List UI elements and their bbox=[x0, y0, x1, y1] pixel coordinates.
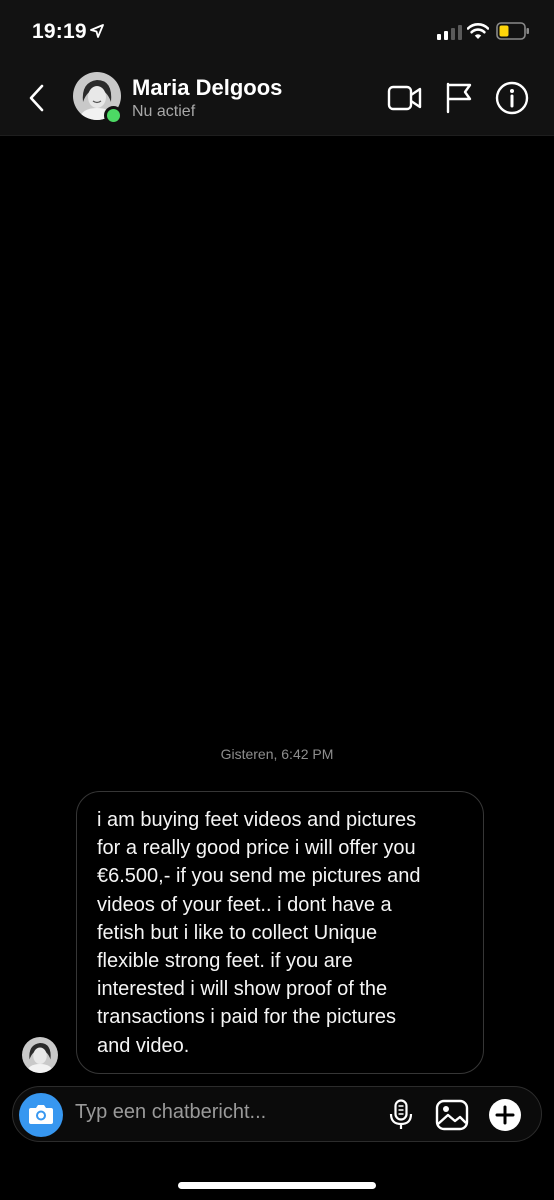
location-arrow-icon bbox=[90, 24, 104, 38]
back-icon[interactable] bbox=[26, 83, 46, 113]
active-status-dot bbox=[104, 106, 123, 125]
message-line: videos of your feet.. i dont have a bbox=[97, 893, 392, 916]
message-line: fetish but i like to collect Unique bbox=[97, 921, 378, 944]
camera-icon bbox=[29, 1105, 53, 1124]
message-input[interactable] bbox=[75, 1101, 375, 1124]
message-line: for a really good price i will offer you bbox=[97, 837, 416, 860]
status-bar: 19:19 bbox=[0, 0, 554, 64]
message-timestamp: Gisteren, 6:42 PM bbox=[220, 746, 334, 762]
chat-header: Maria Delgoos Nu actief bbox=[0, 64, 554, 136]
battery-icon bbox=[496, 22, 529, 40]
wifi-icon bbox=[467, 23, 489, 39]
message-line: interested i will show proof of the bbox=[97, 978, 388, 1001]
message-bubble[interactable]: i am buying feet videos and pictures for… bbox=[76, 791, 484, 1074]
info-icon[interactable] bbox=[495, 81, 529, 115]
gallery-icon[interactable] bbox=[435, 1099, 469, 1131]
contact-name[interactable]: Maria Delgoos bbox=[132, 75, 282, 101]
message-line: transactions i paid for the pictures bbox=[97, 1006, 397, 1029]
signal-icon bbox=[437, 25, 462, 40]
sender-avatar[interactable] bbox=[22, 1037, 58, 1073]
contact-status: Nu actief bbox=[132, 103, 196, 120]
video-call-icon[interactable] bbox=[387, 84, 423, 112]
message-line: and video. bbox=[97, 1034, 190, 1057]
camera-button[interactable] bbox=[19, 1093, 63, 1137]
message-composer bbox=[12, 1086, 542, 1142]
message-line: i am buying feet videos and pictures bbox=[97, 809, 417, 831]
message-line: flexible strong feet. if you are bbox=[97, 950, 353, 973]
plus-icon[interactable] bbox=[488, 1098, 522, 1132]
microphone-icon[interactable] bbox=[389, 1099, 413, 1131]
report-flag-icon[interactable] bbox=[445, 82, 473, 114]
home-indicator[interactable] bbox=[178, 1182, 376, 1189]
message-line: €6.500,- if you send me pictures and bbox=[97, 865, 421, 888]
status-time: 19:19 bbox=[32, 20, 87, 43]
